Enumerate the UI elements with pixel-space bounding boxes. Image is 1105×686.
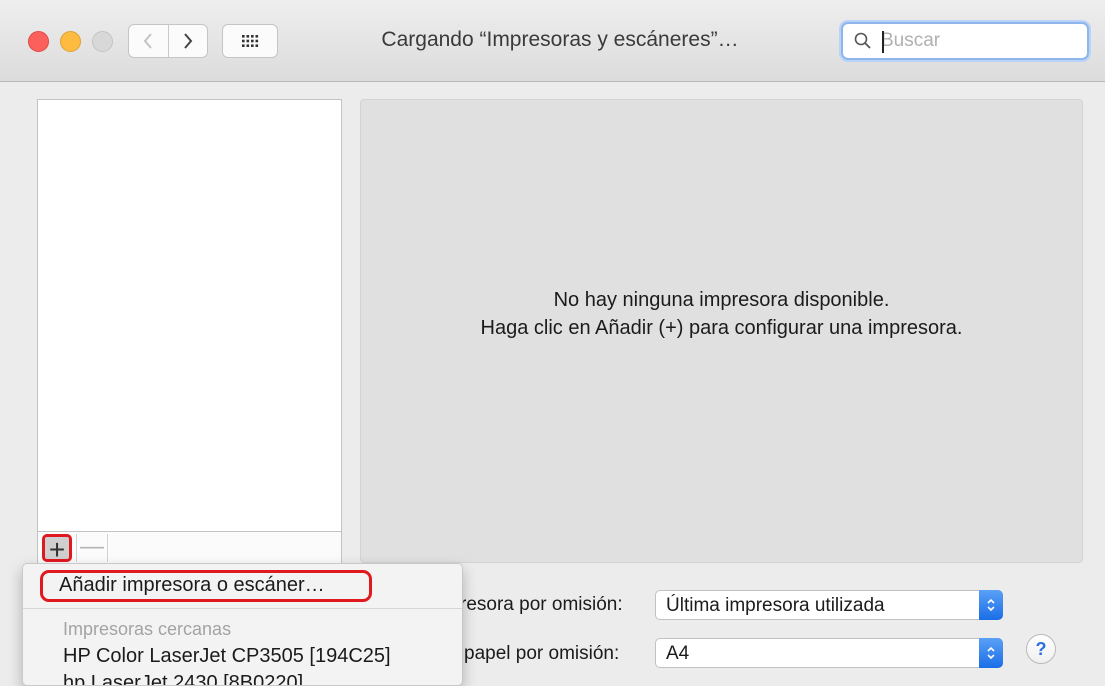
printer-list[interactable] bbox=[37, 99, 342, 532]
add-printer-button[interactable]: + bbox=[42, 534, 72, 564]
search-input[interactable] bbox=[879, 29, 1079, 53]
nearby-printer-item[interactable]: hp LaserJet 2430 [8B0220] bbox=[63, 672, 303, 685]
minimize-window-button[interactable] bbox=[60, 31, 81, 52]
forward-button[interactable] bbox=[167, 25, 208, 57]
updown-arrows-icon bbox=[979, 638, 1003, 668]
nearby-printer-item[interactable]: HP Color LaserJet CP3505 [194C25] bbox=[63, 645, 391, 668]
default-printer-value: Última impresora utilizada bbox=[666, 595, 885, 616]
empty-message-line2: Haga clic en Añadir (+) para configurar … bbox=[480, 317, 963, 339]
default-paper-label: papel por omisión: bbox=[464, 643, 620, 664]
empty-state-message: No hay ninguna impresora disponible. Hag… bbox=[361, 286, 1082, 342]
remove-printer-button[interactable]: — bbox=[76, 534, 108, 562]
navigation-buttons bbox=[128, 24, 208, 58]
chevron-left-icon bbox=[143, 33, 153, 49]
add-printer-menu: Añadir impresora o escáner… Impresoras c… bbox=[22, 563, 463, 686]
window-title: Cargando “Impresoras y escáneres”… bbox=[381, 28, 739, 51]
chevron-right-icon bbox=[183, 33, 193, 49]
close-window-button[interactable] bbox=[28, 31, 49, 52]
default-paper-select[interactable]: A4 bbox=[655, 638, 1003, 668]
printer-list-toolbar: + — bbox=[37, 531, 342, 565]
nearby-printers-header: Impresoras cercanas bbox=[63, 619, 232, 639]
magnifier-icon bbox=[854, 32, 871, 49]
add-printer-or-scanner-item[interactable]: Añadir impresora o escáner… bbox=[40, 570, 372, 602]
default-paper-value: A4 bbox=[666, 643, 690, 664]
add-printer-or-scanner-label: Añadir impresora o escáner… bbox=[59, 574, 325, 596]
grid-icon bbox=[242, 35, 259, 47]
search-field[interactable] bbox=[841, 22, 1089, 60]
show-all-button[interactable] bbox=[222, 24, 278, 58]
menu-separator bbox=[23, 608, 462, 609]
default-printer-label: resora por omisión: bbox=[460, 594, 623, 615]
printer-detail-pane: No hay ninguna impresora disponible. Hag… bbox=[360, 99, 1083, 563]
back-button[interactable] bbox=[129, 25, 168, 57]
help-button[interactable]: ? bbox=[1026, 634, 1056, 664]
window-toolbar: Cargando “Impresoras y escáneres”… bbox=[0, 0, 1105, 82]
text-caret bbox=[882, 31, 884, 53]
default-printer-select[interactable]: Última impresora utilizada bbox=[655, 590, 1003, 620]
empty-message-line1: No hay ninguna impresora disponible. bbox=[553, 289, 890, 311]
updown-arrows-icon bbox=[979, 590, 1003, 620]
zoom-window-button[interactable] bbox=[92, 31, 113, 52]
